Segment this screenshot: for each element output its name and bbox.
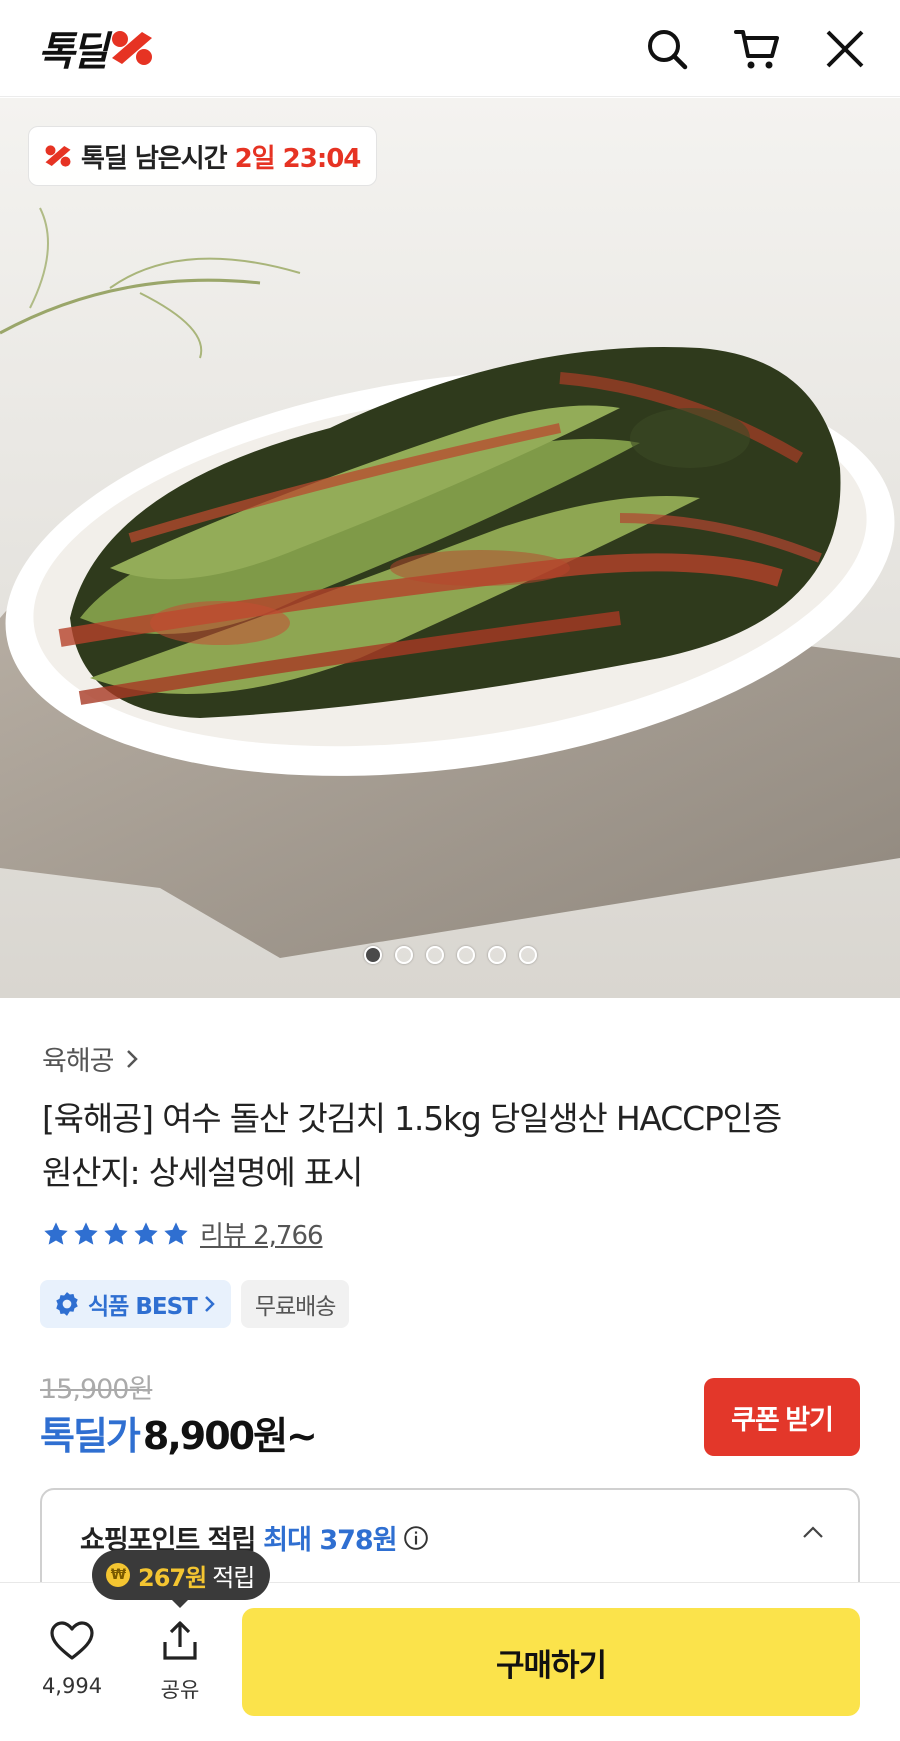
share-label: 공유 bbox=[160, 1678, 200, 1702]
carousel-dot[interactable] bbox=[425, 946, 444, 964]
product-origin-line: 원산지: 상세설명에 표시 bbox=[42, 1153, 363, 1192]
tooltip-points-amount: 267원 bbox=[138, 1563, 207, 1592]
product-title-line1: [육해공] 여수 돌산 갓김치 1.5kg 당일생산 HACCP인증 bbox=[42, 1099, 782, 1138]
carousel-dot[interactable] bbox=[518, 946, 537, 964]
badge-seal-icon bbox=[56, 1292, 78, 1316]
kimchi-product-image bbox=[0, 98, 900, 998]
deal-price-value: 8,900원~ bbox=[142, 1414, 318, 1458]
share-icon bbox=[163, 1621, 197, 1660]
search-icon[interactable] bbox=[644, 26, 690, 72]
tooltip-arrow bbox=[170, 1598, 190, 1608]
timer-value: 2일 23:04 bbox=[234, 143, 362, 174]
original-price: 15,900원 bbox=[40, 1374, 153, 1405]
star-icon bbox=[74, 1221, 98, 1245]
top-header: 톡딜 bbox=[0, 0, 900, 97]
review-count-link[interactable]: 리뷰 2,766 bbox=[200, 1215, 324, 1252]
get-coupon-button[interactable]: 쿠폰 받기 bbox=[704, 1378, 860, 1456]
logo-text: 톡딜 bbox=[38, 29, 109, 75]
brand-link[interactable]: 육해공 bbox=[42, 1039, 142, 1078]
like-count: 4,994 bbox=[41, 1674, 103, 1698]
percent-icon bbox=[111, 31, 152, 65]
free-shipping-badge: 무료배송 bbox=[240, 1280, 350, 1328]
carousel-dot[interactable] bbox=[456, 946, 475, 964]
info-icon[interactable] bbox=[403, 1525, 429, 1551]
star-icon bbox=[44, 1221, 68, 1245]
free-shipping-label: 무료배송 bbox=[254, 1294, 337, 1320]
buy-button[interactable]: 구매하기 bbox=[242, 1608, 860, 1716]
won-coin-icon: ₩ bbox=[106, 1563, 130, 1587]
deal-timer-badge: 톡딜 남은시간 2일 23:04 bbox=[28, 126, 378, 186]
talkdeal-logo[interactable]: 톡딜 bbox=[38, 24, 156, 75]
like-button[interactable]: 4,994 bbox=[30, 1620, 114, 1698]
star-icon bbox=[104, 1221, 128, 1245]
product-image-carousel[interactable]: 톡딜 남은시간 2일 23:04 bbox=[0, 98, 900, 998]
timer-label: 톡딜 남은시간 bbox=[81, 143, 228, 174]
star-icon bbox=[164, 1221, 188, 1245]
deal-price-row: 톡딜가 8,900원~ bbox=[40, 1405, 318, 1460]
deal-price-label: 톡딜가 bbox=[40, 1414, 141, 1458]
percent-icon bbox=[45, 145, 71, 167]
product-title: [육해공] 여수 돌산 갓김치 1.5kg 당일생산 HACCP인증 원산지: … bbox=[42, 1092, 872, 1200]
carousel-dot[interactable] bbox=[487, 946, 506, 964]
carousel-dot[interactable] bbox=[394, 946, 413, 964]
star-icon bbox=[134, 1221, 158, 1245]
food-best-label: 식품 BEST bbox=[88, 1294, 198, 1320]
rating-row: 리뷰 2,766 bbox=[42, 1215, 324, 1252]
cart-icon[interactable] bbox=[734, 26, 780, 72]
carousel-indicator bbox=[0, 946, 900, 964]
brand-name: 육해공 bbox=[42, 1046, 115, 1077]
heart-icon bbox=[50, 1621, 94, 1660]
close-icon[interactable] bbox=[822, 26, 868, 72]
chevron-right-icon bbox=[204, 1296, 215, 1312]
tooltip-points-text: 적립 bbox=[212, 1563, 255, 1592]
food-best-badge[interactable]: 식품 BEST bbox=[40, 1280, 231, 1328]
points-max-value: 최대 378원 bbox=[263, 1525, 397, 1556]
points-tooltip: ₩ 267원 적립 bbox=[92, 1550, 271, 1600]
badge-row: 식품 BEST 무료배송 bbox=[40, 1280, 350, 1328]
carousel-dot[interactable] bbox=[363, 946, 382, 964]
share-button[interactable]: 공유 bbox=[138, 1620, 222, 1704]
chevron-right-icon bbox=[126, 1049, 138, 1068]
chevron-up-icon[interactable] bbox=[800, 1520, 826, 1546]
star-rating bbox=[42, 1220, 190, 1248]
